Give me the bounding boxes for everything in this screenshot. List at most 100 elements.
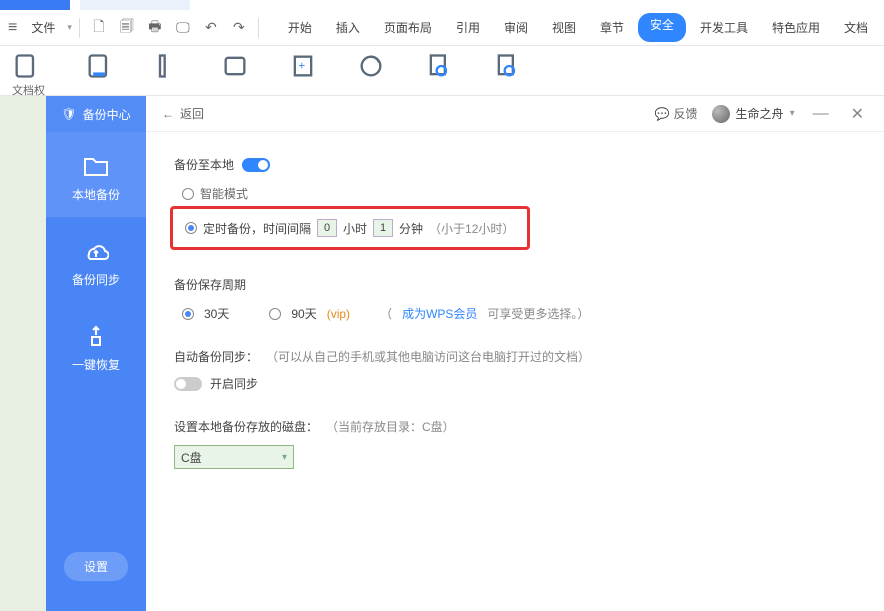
file-menu[interactable]: 文件 [23, 15, 63, 40]
radio-30-days[interactable] [182, 308, 194, 320]
retention-90-label: 90天 [291, 305, 316, 322]
sidebar-item-sync[interactable]: 备份同步 [46, 217, 146, 302]
tab-devtools[interactable]: 开发工具 [690, 13, 758, 42]
svg-text:+: + [298, 60, 305, 73]
cloud-upload-icon [82, 237, 110, 265]
ribbon-item[interactable] [357, 52, 385, 80]
tab-view[interactable]: 视图 [542, 13, 586, 42]
user-menu[interactable]: 生命之舟 ▾ [712, 105, 795, 123]
ribbon-item[interactable] [85, 52, 113, 80]
settings-button[interactable]: 设置 [64, 552, 128, 581]
sidebar-title-text: 备份中心 [83, 106, 131, 123]
disk-title: 设置本地备份存放的磁盘： [174, 418, 318, 435]
enable-sync-label: 开启同步 [210, 375, 258, 392]
avatar-icon [712, 105, 730, 123]
tab-security[interactable]: 安全 [638, 13, 686, 42]
separator [258, 18, 259, 38]
section-title-text: 备份保存周期 [174, 276, 246, 293]
document-background [0, 96, 46, 611]
radio-label: 智能模式 [200, 185, 248, 202]
section-disk: 设置本地备份存放的磁盘： （当前存放目录：C盘） C盘 ▾ [174, 418, 856, 469]
tap-icon [82, 322, 110, 350]
disk-select[interactable]: C盘 ▾ [174, 445, 294, 469]
copy-icon[interactable]: 🗐 [115, 16, 139, 40]
active-doc-tab[interactable] [0, 0, 70, 10]
redo-icon[interactable]: ↷ [227, 16, 251, 40]
sidebar-item-restore[interactable]: 一键恢复 [46, 302, 146, 387]
highlight-timed-backup: 定时备份，时间间隔 0 小时 1 分钟 （小于12小时） [170, 206, 530, 250]
hamburger-icon[interactable]: ≡ [8, 19, 19, 37]
radio-icon [182, 188, 194, 200]
minutes-input[interactable]: 1 [373, 219, 393, 237]
ribbon-item[interactable] [425, 52, 453, 80]
radio-smart-mode[interactable]: 智能模式 [182, 185, 856, 202]
ribbon-item[interactable]: + [289, 52, 317, 80]
chevron-down-icon: ▾ [67, 22, 72, 33]
share-icon[interactable]: 🗋 [87, 16, 111, 40]
sidebar-title: 🛡 备份中心 [46, 96, 146, 132]
section-backup-local: 备份至本地 智能模式 定时备份，时间间隔 0 小时 1 分钟 （小于12小时） [174, 156, 856, 250]
sidebar-item-label: 备份同步 [72, 273, 120, 287]
sidebar-item-label: 一键恢复 [72, 358, 120, 372]
limit-hint: （小于12小时） [429, 220, 514, 237]
username: 生命之舟 [736, 105, 784, 122]
backup-sidebar: 🛡 备份中心 本地备份 备份同步 一键恢复 设置 [46, 96, 146, 611]
panel-body: 备份至本地 智能模式 定时备份，时间间隔 0 小时 1 分钟 （小于12小时） [146, 132, 884, 519]
become-vip-link[interactable]: 成为WPS会员 [402, 305, 477, 322]
panel-header: ← 返回 💬 反馈 生命之舟 ▾ — ✕ [146, 96, 884, 132]
section-retention: 备份保存周期 30天 90天 (vip) （ 成为WPS会员 可享受更多选择。） [174, 276, 856, 322]
retention-30-label: 30天 [204, 305, 229, 322]
section-auto-sync: 自动备份同步： （可以从自己的手机或其他电脑访问这台电脑打开过的文档） 开启同步 [174, 348, 856, 392]
undo-icon[interactable]: ↶ [199, 16, 223, 40]
back-label: 返回 [180, 105, 204, 122]
hours-input[interactable]: 0 [317, 219, 337, 237]
radio-icon[interactable] [185, 222, 197, 234]
ribbon-row: 文档权 + [0, 46, 884, 96]
sidebar-item-local-backup[interactable]: 本地备份 [46, 132, 146, 217]
vip-suffix: 可享受更多选择。） [487, 305, 589, 322]
tab-start[interactable]: 开始 [278, 13, 322, 42]
timed-backup-label: 定时备份，时间间隔 [203, 220, 311, 237]
ribbon-item[interactable] [153, 52, 181, 80]
ribbon-item[interactable] [493, 52, 521, 80]
minimize-button[interactable]: — [809, 103, 833, 125]
vip-tag: (vip) [327, 307, 350, 321]
ribbon-item[interactable] [221, 52, 249, 80]
auto-sync-hint: （可以从自己的手机或其他电脑访问这台电脑打开过的文档） [266, 348, 590, 365]
inactive-doc-tab[interactable] [80, 0, 190, 10]
enable-sync-toggle[interactable] [174, 377, 202, 391]
vip-prefix: （ [380, 305, 392, 322]
shield-icon: 🛡 [61, 107, 76, 121]
ribbon-tabs: 开始 插入 页面布局 引用 审阅 视图 章节 安全 开发工具 特色应用 文档 [278, 13, 878, 42]
disk-selected-value: C盘 [181, 449, 202, 466]
workspace: 🛡 备份中心 本地备份 备份同步 一键恢复 设置 ← 返回 [0, 96, 884, 611]
back-arrow-icon: ← [162, 107, 174, 121]
tab-insert[interactable]: 插入 [326, 13, 370, 42]
section-title-text: 备份至本地 [174, 156, 234, 173]
close-button[interactable]: ✕ [847, 102, 868, 126]
tab-layout[interactable]: 页面布局 [374, 13, 442, 42]
tab-chapter[interactable]: 章节 [590, 13, 634, 42]
sidebar-item-label: 本地备份 [72, 188, 120, 202]
print-icon[interactable]: 🖶 [143, 16, 167, 40]
separator [79, 18, 80, 38]
preview-icon[interactable]: 🖵 [171, 16, 195, 40]
back-button[interactable]: ← 返回 [162, 105, 204, 122]
chat-icon: 💬 [655, 107, 670, 121]
minutes-unit: 分钟 [399, 220, 423, 237]
main-toolbar: ≡ 文件 ▾ 🗋 🗐 🖶 🖵 ↶ ↷ 开始 插入 页面布局 引用 审阅 视图 章… [0, 10, 884, 46]
feedback-label: 反馈 [674, 105, 698, 122]
tab-special[interactable]: 特色应用 [762, 13, 830, 42]
radio-90-days[interactable] [269, 308, 281, 320]
titlebar [0, 0, 884, 10]
chevron-down-icon: ▾ [282, 452, 287, 463]
chevron-down-icon: ▾ [790, 108, 795, 119]
ribbon-doc-permission[interactable]: 文档权 [12, 52, 45, 98]
settings-panel: ← 返回 💬 反馈 生命之舟 ▾ — ✕ 备 [146, 96, 884, 611]
feedback-link[interactable]: 💬 反馈 [655, 105, 698, 122]
folder-icon [82, 152, 110, 180]
tab-reference[interactable]: 引用 [446, 13, 490, 42]
tab-review[interactable]: 审阅 [494, 13, 538, 42]
tab-document[interactable]: 文档 [834, 13, 878, 42]
backup-local-toggle[interactable] [242, 158, 270, 172]
